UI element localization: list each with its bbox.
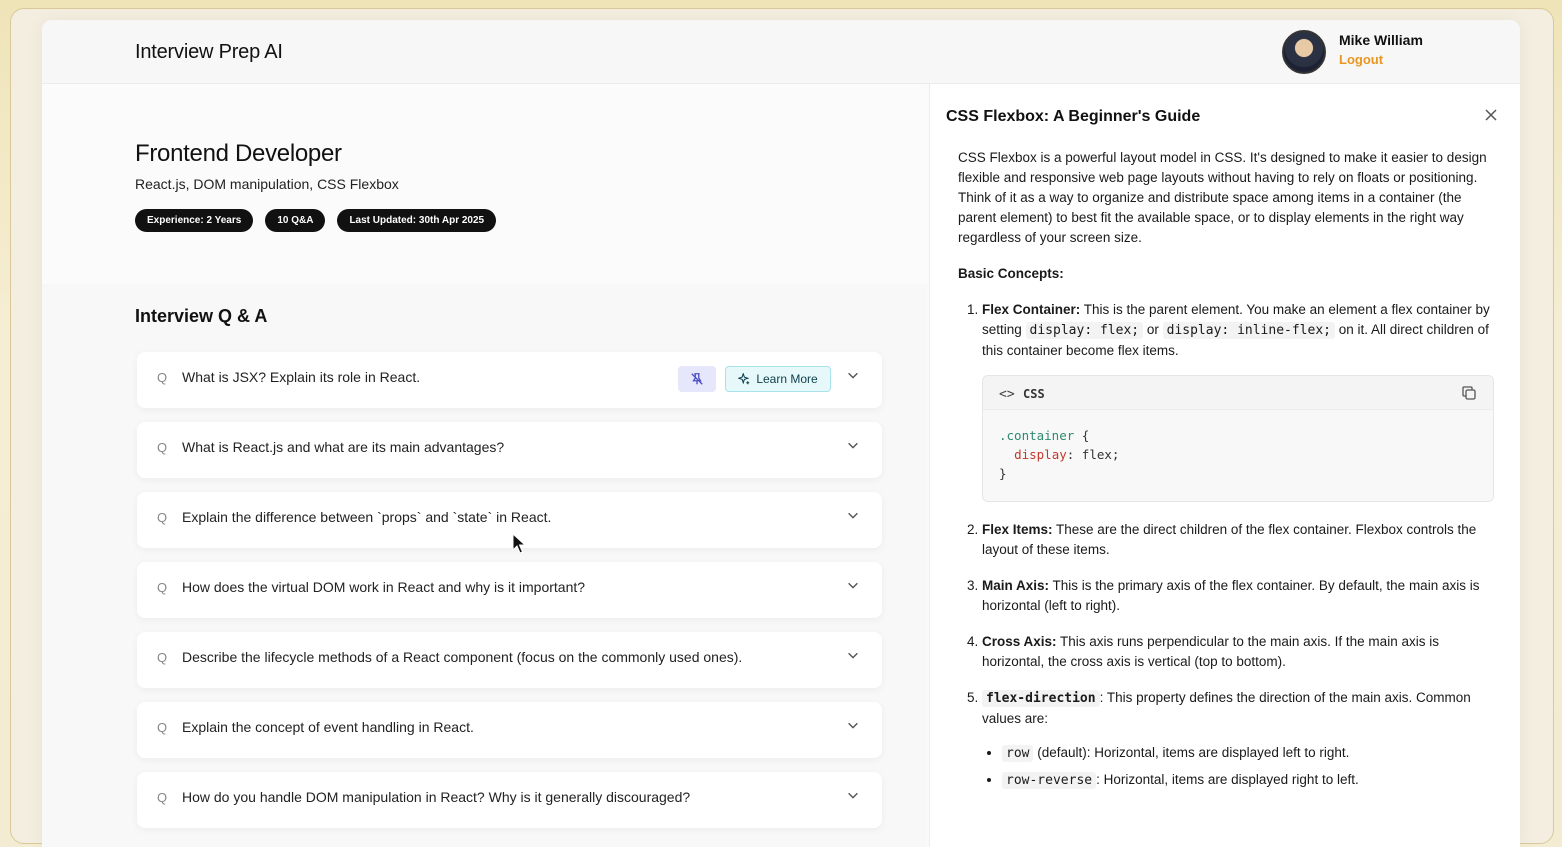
values-list: row (default): Horizontal, items are dis… (982, 743, 1498, 791)
value-text: : Horizontal, items are displayed right … (1096, 772, 1359, 787)
concept-item: Main Axis: This is the primary axis of t… (982, 576, 1498, 616)
concept-text: or (1143, 322, 1163, 337)
question-text: Explain the difference between `props` a… (182, 509, 552, 525)
code-icon: <> (999, 387, 1015, 402)
concept-text: This is the primary axis of the flex con… (982, 578, 1480, 613)
pin-off-icon (691, 373, 703, 385)
question-text: Describe the lifecycle methods of a Reac… (182, 649, 743, 665)
user-avatar (1282, 30, 1326, 74)
chevron-down-icon[interactable] (846, 368, 860, 382)
question-icon: Q (157, 790, 168, 805)
chevron-down-icon[interactable] (846, 438, 860, 452)
code-block: <> CSS .container { display: flex; } (982, 375, 1494, 502)
drawer-title: CSS Flexbox: A Beginner's Guide (946, 108, 1201, 125)
chevron-down-icon[interactable] (846, 718, 860, 732)
code-language: CSS (1023, 387, 1045, 401)
learn-more-drawer: CSS Flexbox: A Beginner's Guide CSS Flex… (929, 84, 1520, 847)
question-text: Explain the concept of event handling in… (182, 719, 474, 735)
qa-heading: Interview Q & A (135, 306, 268, 326)
qa-item[interactable]: Q Describe the lifecycle methods of a Re… (137, 632, 882, 688)
inline-code: row (1002, 745, 1034, 762)
copy-icon[interactable] (1461, 385, 1477, 401)
concept-term: Main Axis: (982, 578, 1050, 593)
concept-term: Flex Items: (982, 522, 1053, 537)
last-updated-badge: Last Updated: 30th Apr 2025 (337, 209, 497, 232)
concept-item: flex-direction: This property defines th… (982, 688, 1498, 791)
concept-term: Flex Container: (982, 302, 1081, 317)
session-badges: Experience: 2 Years 10 Q&A Last Updated:… (135, 209, 497, 232)
qa-item[interactable]: Q How does the virtual DOM work in React… (137, 562, 882, 618)
drawer-content: CSS Flexbox is a powerful layout model i… (958, 148, 1498, 807)
section-subheading: Basic Concepts: (958, 266, 1064, 281)
experience-badge: Experience: 2 Years (135, 209, 254, 232)
concept-item: Flex Container: This is the parent eleme… (982, 300, 1498, 502)
qa-item[interactable]: Q Explain the difference between `props`… (137, 492, 882, 548)
value-item: row-reverse: Horizontal, items are displ… (1002, 770, 1498, 791)
question-text: How does the virtual DOM work in React a… (182, 579, 586, 595)
close-icon[interactable] (1484, 108, 1498, 122)
intro-paragraph: CSS Flexbox is a powerful layout model i… (958, 150, 1487, 245)
chevron-down-icon[interactable] (846, 578, 860, 592)
question-icon: Q (157, 440, 168, 455)
question-icon: Q (157, 580, 168, 595)
qa-item[interactable]: Q What is JSX? Explain its role in React… (137, 352, 882, 408)
value-item: row (default): Horizontal, items are dis… (1002, 743, 1498, 764)
mouse-pointer-icon (512, 533, 526, 554)
question-icon: Q (157, 650, 168, 665)
qa-count-badge: 10 Q&A (265, 209, 326, 232)
qa-list: Q What is JSX? Explain its role in React… (137, 352, 882, 842)
sparkle-icon (738, 373, 750, 385)
concept-item: Cross Axis: This axis runs perpendicular… (982, 632, 1498, 672)
unpin-button[interactable] (678, 366, 716, 392)
chevron-down-icon[interactable] (846, 508, 860, 522)
chevron-down-icon[interactable] (846, 648, 860, 662)
logout-link[interactable]: Logout (1339, 52, 1383, 67)
concept-text: These are the direct children of the fle… (982, 522, 1477, 557)
inline-code: display: inline-flex; (1162, 322, 1335, 339)
learn-more-label: Learn More (756, 372, 818, 386)
value-text: (default): Horizontal, items are display… (1033, 745, 1350, 760)
app-brand[interactable]: Interview Prep AI (135, 41, 283, 64)
question-icon: Q (157, 370, 168, 385)
user-name: Mike William (1339, 32, 1423, 48)
learn-more-button[interactable]: Learn More (725, 366, 831, 392)
inline-code: display: flex; (1025, 322, 1144, 339)
role-title: Frontend Developer (135, 140, 342, 167)
concepts-list: Flex Container: This is the parent eleme… (958, 300, 1498, 791)
question-icon: Q (157, 720, 168, 735)
session-header: Frontend Developer React.js, DOM manipul… (42, 84, 927, 284)
inline-code: row-reverse (1002, 772, 1097, 789)
qa-item[interactable]: Q How do you handle DOM manipulation in … (137, 772, 882, 828)
app-window: Interview Prep AI Mike William Logout Fr… (42, 20, 1520, 847)
concept-term: Cross Axis: (982, 634, 1057, 649)
qa-item[interactable]: Q Explain the concept of event handling … (137, 702, 882, 758)
chevron-down-icon[interactable] (846, 788, 860, 802)
session-panel: Frontend Developer React.js, DOM manipul… (42, 84, 927, 847)
code-content: .container { display: flex; } (999, 428, 1120, 481)
inline-code: flex-direction (982, 690, 1100, 707)
code-block-header: <> CSS (983, 376, 1493, 410)
top-navbar: Interview Prep AI Mike William Logout (42, 20, 1520, 84)
question-text: How do you handle DOM manipulation in Re… (182, 789, 691, 805)
role-topics: React.js, DOM manipulation, CSS Flexbox (135, 176, 399, 192)
question-text: What is React.js and what are its main a… (182, 439, 505, 455)
question-icon: Q (157, 510, 168, 525)
question-text: What is JSX? Explain its role in React. (182, 369, 421, 385)
qa-item[interactable]: Q What is React.js and what are its main… (137, 422, 882, 478)
concept-item: Flex Items: These are the direct childre… (982, 520, 1498, 560)
